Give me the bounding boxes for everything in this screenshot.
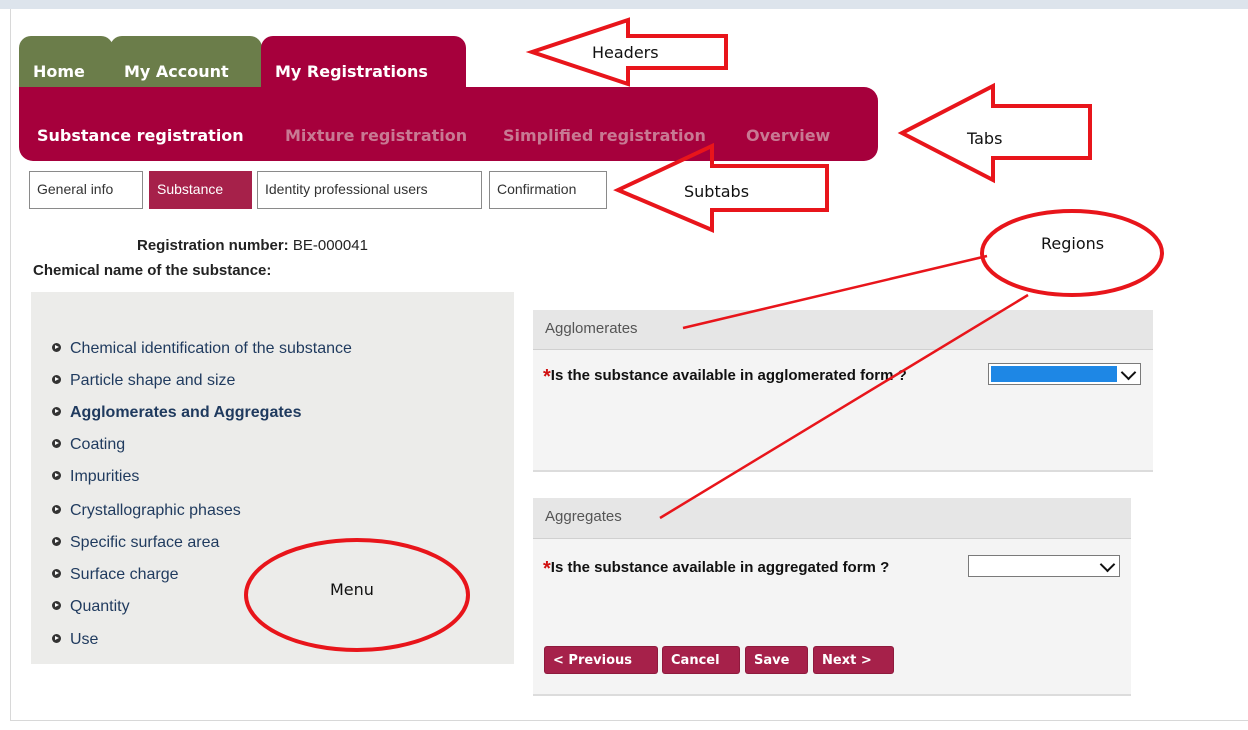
headers-annotation: Headers: [592, 43, 659, 62]
tabs-annotation: Tabs: [967, 129, 1003, 148]
subtabs-annotation: Subtabs: [684, 182, 750, 201]
regions-circle: [980, 209, 1164, 297]
annotation-overlay: [244, 17, 1164, 652]
regions-pointer-agglomerates: [682, 254, 988, 330]
regions-pointer-aggregates: [659, 293, 1029, 520]
menu-annotation: Menu: [330, 580, 374, 599]
regions-annotation: Regions: [1041, 234, 1105, 253]
